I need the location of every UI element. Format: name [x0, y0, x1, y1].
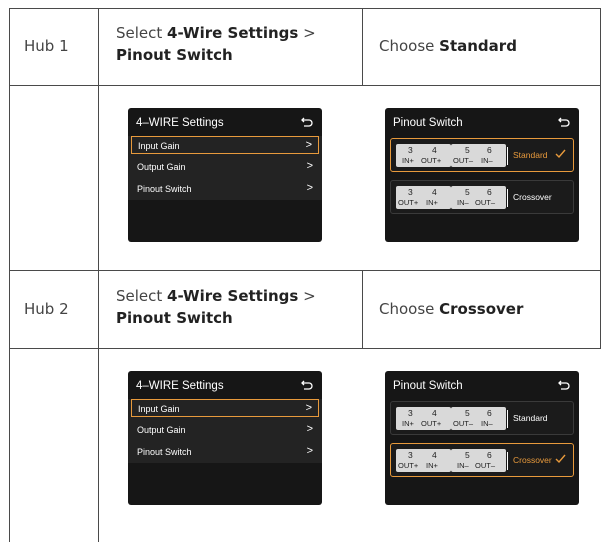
instr-separator: >: [298, 24, 316, 42]
checkmark-icon: [555, 149, 566, 159]
menu-item-label: Input Gain: [138, 141, 180, 151]
hub1-label: Hub 1: [24, 37, 69, 55]
screen-title: 4–WIRE Settings: [136, 380, 224, 392]
pin-pair-5-6: 5 6 OUT– IN–: [451, 407, 506, 430]
back-icon[interactable]: [558, 116, 570, 128]
menu-item-output-gain[interactable]: Output Gain >: [131, 158, 319, 176]
menu-item-label: Output Gain: [137, 162, 186, 172]
pinout-screen: Pinout Switch 3 4 IN+ OUT+ 5 6 OUT– IN– …: [385, 371, 579, 505]
pin-pair-3-4: 3 4 IN+ OUT+: [396, 144, 451, 167]
back-icon[interactable]: [301, 379, 313, 391]
hub2-choose: Choose Crossover: [379, 298, 523, 320]
instr-bold-pinout: Pinout Switch: [116, 46, 233, 64]
divider: [507, 189, 508, 207]
choose-bold: Standard: [439, 37, 517, 55]
pin-pair-5-6: 5 6 IN– OUT–: [451, 186, 506, 209]
pin-pair-3-4: 3 4 OUT+ IN+: [396, 186, 451, 209]
choose-prefix: Choose: [379, 300, 440, 318]
menu-item-input-gain[interactable]: Input Gain >: [131, 136, 319, 154]
menu-item-output-gain[interactable]: Output Gain >: [131, 421, 319, 439]
table-column-divider: [362, 8, 363, 85]
instr-bold-settings: 4-Wire Settings: [167, 287, 299, 305]
instr-prefix: Select: [116, 24, 168, 42]
chevron-right-icon: >: [306, 423, 313, 435]
instr-bold-settings: 4-Wire Settings: [167, 24, 299, 42]
pinout-screen: Pinout Switch 3 4 IN+ OUT+ 5 6 OUT– IN– …: [385, 108, 579, 242]
hub1-choose: Choose Standard: [379, 35, 517, 57]
instruction-table: Hub 1 Select 4-Wire Settings > Pinout Sw…: [9, 8, 601, 542]
pinout-option-crossover[interactable]: 3 4 OUT+ IN+ 5 6 IN– OUT– Crossover: [390, 180, 574, 214]
pinout-option-standard[interactable]: 3 4 IN+ OUT+ 5 6 OUT– IN– Standard: [390, 401, 574, 435]
hub2-instruction: Select 4-Wire Settings > Pinout Switch: [116, 285, 351, 329]
chevron-right-icon: >: [305, 402, 312, 414]
menu-item-label: Pinout Switch: [137, 447, 192, 457]
option-label: Crossover: [513, 192, 552, 202]
chevron-right-icon: >: [306, 160, 313, 172]
menu-item-pinout-switch[interactable]: Pinout Switch >: [131, 180, 319, 198]
screen-title: Pinout Switch: [393, 380, 463, 392]
divider: [507, 452, 508, 470]
menu-item-label: Output Gain: [137, 425, 186, 435]
back-icon[interactable]: [301, 116, 313, 128]
table-column-divider: [98, 8, 99, 542]
table-column-divider: [362, 270, 363, 348]
table-border-left: [9, 8, 10, 542]
pin-pair-5-6: 5 6 OUT– IN–: [451, 144, 506, 167]
option-label: Standard: [513, 413, 548, 423]
option-label: Standard: [513, 150, 548, 160]
menu-area: Input Gain > Output Gain > Pinout Switch…: [128, 399, 322, 463]
divider: [507, 410, 508, 428]
hub2-label: Hub 2: [24, 300, 69, 318]
screen-title: 4–WIRE Settings: [136, 117, 224, 129]
menu-item-input-gain[interactable]: Input Gain >: [131, 399, 319, 417]
chevron-right-icon: >: [306, 182, 313, 194]
menu-area: Input Gain > Output Gain > Pinout Switch…: [128, 136, 322, 200]
menu-item-pinout-switch[interactable]: Pinout Switch >: [131, 443, 319, 461]
settings-screen: 4–WIRE Settings Input Gain > Output Gain…: [128, 371, 322, 505]
pin-pair-3-4: 3 4 OUT+ IN+: [396, 449, 451, 472]
divider: [507, 147, 508, 165]
menu-item-label: Pinout Switch: [137, 184, 192, 194]
chevron-right-icon: >: [306, 445, 313, 457]
pin-pair-3-4: 3 4 IN+ OUT+: [396, 407, 451, 430]
menu-item-label: Input Gain: [138, 404, 180, 414]
settings-screen: 4–WIRE Settings Input Gain > Output Gain…: [128, 108, 322, 242]
checkmark-icon: [555, 454, 566, 464]
screen-title: Pinout Switch: [393, 117, 463, 129]
table-border-right: [600, 8, 601, 270]
pinout-option-crossover[interactable]: 3 4 OUT+ IN+ 5 6 IN– OUT– Crossover: [390, 443, 574, 477]
chevron-right-icon: >: [305, 139, 312, 151]
instr-bold-pinout: Pinout Switch: [116, 309, 233, 327]
choose-bold: Crossover: [439, 300, 524, 318]
table-border-right: [600, 270, 601, 348]
instr-separator: >: [298, 287, 316, 305]
pinout-option-standard[interactable]: 3 4 IN+ OUT+ 5 6 OUT– IN– Standard: [390, 138, 574, 172]
option-label: Crossover: [513, 455, 552, 465]
pin-pair-5-6: 5 6 IN– OUT–: [451, 449, 506, 472]
hub1-instruction: Select 4-Wire Settings > Pinout Switch: [116, 22, 351, 66]
choose-prefix: Choose: [379, 37, 440, 55]
back-icon[interactable]: [558, 379, 570, 391]
instr-prefix: Select: [116, 287, 168, 305]
